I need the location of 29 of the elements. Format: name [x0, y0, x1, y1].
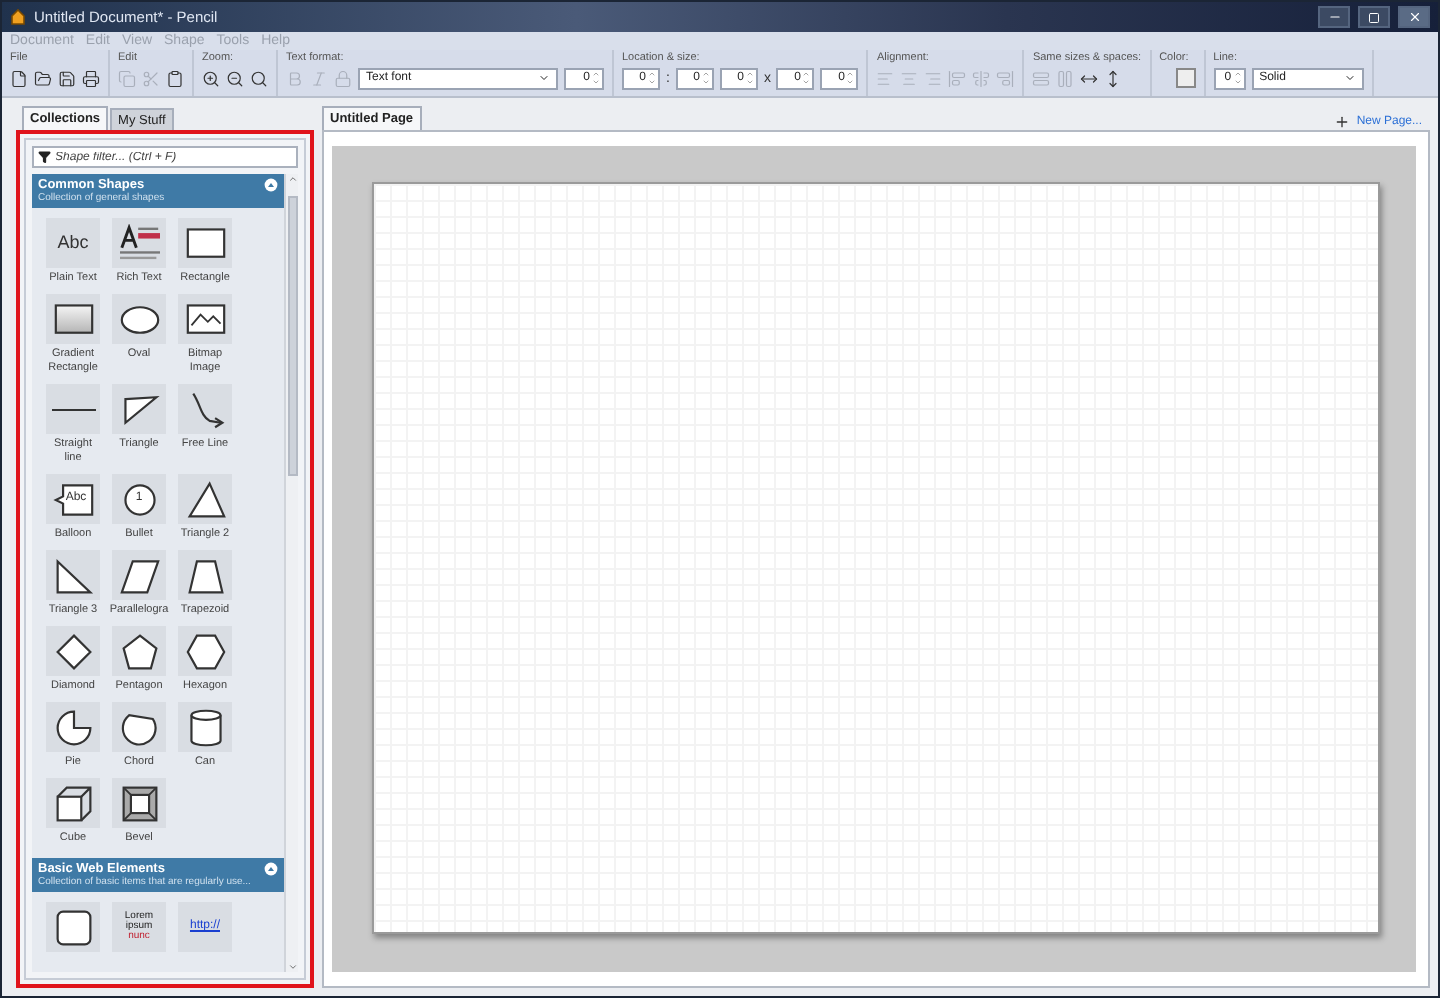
move-horizontal-icon[interactable] [1080, 69, 1099, 87]
caret-icon [1343, 72, 1356, 84]
collapse-icon[interactable] [264, 178, 278, 192]
minimize-button[interactable] [1318, 6, 1350, 28]
printer-icon[interactable] [82, 69, 100, 87]
color-swatch[interactable] [1175, 68, 1196, 88]
app-icon [10, 8, 26, 26]
thumbnail-text: Abc [57, 236, 89, 250]
search-icon[interactable] [250, 69, 268, 87]
save-icon[interactable] [58, 69, 76, 87]
close-icon [1407, 10, 1421, 24]
scrollbar[interactable] [284, 174, 298, 972]
new-file-icon[interactable] [10, 69, 28, 87]
clipboard-icon[interactable] [166, 69, 184, 87]
scroll-up-icon[interactable] [287, 174, 297, 184]
scroll-down-icon[interactable] [287, 962, 297, 972]
collapse-icon[interactable] [264, 862, 278, 876]
caret-icon [538, 72, 550, 84]
maximize-icon [1368, 11, 1380, 23]
line-icon [51, 407, 95, 411]
plus-icon [1334, 114, 1351, 130]
maximize-button[interactable] [1358, 6, 1390, 28]
minimize-icon [1327, 10, 1341, 24]
zoom-in-icon[interactable] [202, 69, 220, 87]
folder-icon[interactable] [34, 69, 52, 87]
zoom-out-icon[interactable] [226, 69, 244, 87]
close-button[interactable] [1398, 6, 1430, 28]
move-vertical-icon[interactable] [1104, 69, 1123, 87]
filter-icon [38, 150, 52, 164]
